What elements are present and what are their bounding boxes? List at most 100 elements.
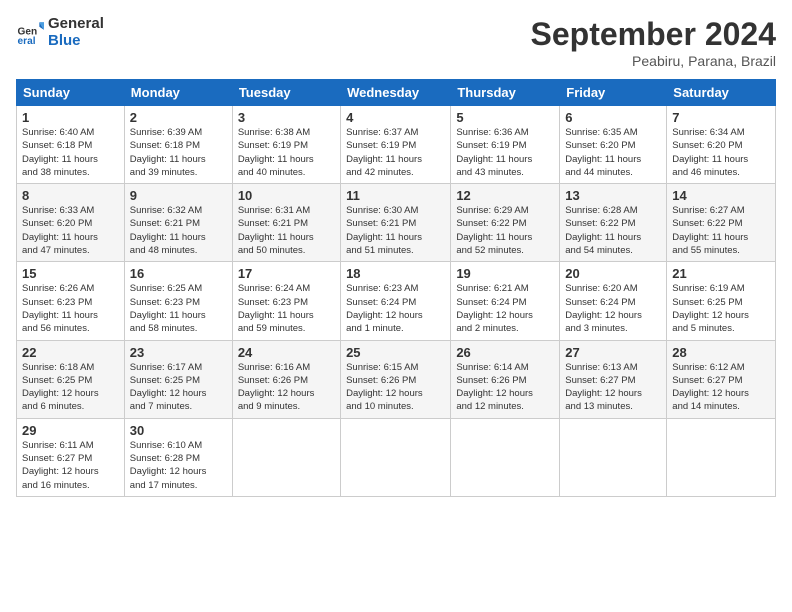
day-number: 16 [130,266,227,281]
calendar-cell: 21Sunrise: 6:19 AMSunset: 6:25 PMDayligh… [667,262,776,340]
day-number: 1 [22,110,119,125]
calendar-cell: 23Sunrise: 6:17 AMSunset: 6:25 PMDayligh… [124,340,232,418]
calendar-week-row: 8Sunrise: 6:33 AMSunset: 6:20 PMDaylight… [17,184,776,262]
day-number: 26 [456,345,554,360]
day-number: 30 [130,423,227,438]
day-number: 21 [672,266,770,281]
day-info: Sunrise: 6:37 AMSunset: 6:19 PMDaylight:… [346,126,445,179]
day-info: Sunrise: 6:27 AMSunset: 6:22 PMDaylight:… [672,204,770,257]
calendar-cell: 4Sunrise: 6:37 AMSunset: 6:19 PMDaylight… [341,106,451,184]
day-info: Sunrise: 6:36 AMSunset: 6:19 PMDaylight:… [456,126,554,179]
calendar-cell: 12Sunrise: 6:29 AMSunset: 6:22 PMDayligh… [451,184,560,262]
header-monday: Monday [124,80,232,106]
day-info: Sunrise: 6:34 AMSunset: 6:20 PMDaylight:… [672,126,770,179]
day-number: 28 [672,345,770,360]
logo-icon: Gen eral [16,19,44,47]
day-info: Sunrise: 6:19 AMSunset: 6:25 PMDaylight:… [672,282,770,335]
day-number: 17 [238,266,335,281]
calendar-cell: 24Sunrise: 6:16 AMSunset: 6:26 PMDayligh… [232,340,340,418]
calendar-cell: 9Sunrise: 6:32 AMSunset: 6:21 PMDaylight… [124,184,232,262]
day-info: Sunrise: 6:14 AMSunset: 6:26 PMDaylight:… [456,361,554,414]
calendar-cell: 18Sunrise: 6:23 AMSunset: 6:24 PMDayligh… [341,262,451,340]
day-info: Sunrise: 6:10 AMSunset: 6:28 PMDaylight:… [130,439,227,492]
day-number: 18 [346,266,445,281]
calendar-cell: 15Sunrise: 6:26 AMSunset: 6:23 PMDayligh… [17,262,125,340]
calendar-cell: 11Sunrise: 6:30 AMSunset: 6:21 PMDayligh… [341,184,451,262]
day-number: 3 [238,110,335,125]
calendar-cell: 1Sunrise: 6:40 AMSunset: 6:18 PMDaylight… [17,106,125,184]
day-number: 12 [456,188,554,203]
calendar: Sunday Monday Tuesday Wednesday Thursday… [16,79,776,497]
calendar-cell: 13Sunrise: 6:28 AMSunset: 6:22 PMDayligh… [560,184,667,262]
calendar-week-row: 1Sunrise: 6:40 AMSunset: 6:18 PMDaylight… [17,106,776,184]
calendar-week-row: 22Sunrise: 6:18 AMSunset: 6:25 PMDayligh… [17,340,776,418]
header-saturday: Saturday [667,80,776,106]
day-number: 13 [565,188,661,203]
weekday-header-row: Sunday Monday Tuesday Wednesday Thursday… [17,80,776,106]
calendar-week-row: 29Sunrise: 6:11 AMSunset: 6:27 PMDayligh… [17,418,776,496]
calendar-cell: 20Sunrise: 6:20 AMSunset: 6:24 PMDayligh… [560,262,667,340]
logo-line1: General [48,16,104,33]
day-info: Sunrise: 6:25 AMSunset: 6:23 PMDaylight:… [130,282,227,335]
header-sunday: Sunday [17,80,125,106]
day-number: 23 [130,345,227,360]
day-number: 11 [346,188,445,203]
day-number: 27 [565,345,661,360]
day-info: Sunrise: 6:28 AMSunset: 6:22 PMDaylight:… [565,204,661,257]
title-block: September 2024 Peabiru, Parana, Brazil [531,16,776,69]
header-friday: Friday [560,80,667,106]
calendar-cell [232,418,340,496]
calendar-cell [560,418,667,496]
day-info: Sunrise: 6:30 AMSunset: 6:21 PMDaylight:… [346,204,445,257]
calendar-cell: 2Sunrise: 6:39 AMSunset: 6:18 PMDaylight… [124,106,232,184]
calendar-cell: 5Sunrise: 6:36 AMSunset: 6:19 PMDaylight… [451,106,560,184]
logo: Gen eral General Blue [16,16,104,49]
calendar-cell: 6Sunrise: 6:35 AMSunset: 6:20 PMDaylight… [560,106,667,184]
day-info: Sunrise: 6:17 AMSunset: 6:25 PMDaylight:… [130,361,227,414]
day-info: Sunrise: 6:20 AMSunset: 6:24 PMDaylight:… [565,282,661,335]
day-info: Sunrise: 6:26 AMSunset: 6:23 PMDaylight:… [22,282,119,335]
day-info: Sunrise: 6:18 AMSunset: 6:25 PMDaylight:… [22,361,119,414]
day-number: 8 [22,188,119,203]
day-info: Sunrise: 6:33 AMSunset: 6:20 PMDaylight:… [22,204,119,257]
calendar-cell: 28Sunrise: 6:12 AMSunset: 6:27 PMDayligh… [667,340,776,418]
calendar-cell: 26Sunrise: 6:14 AMSunset: 6:26 PMDayligh… [451,340,560,418]
day-number: 6 [565,110,661,125]
day-info: Sunrise: 6:21 AMSunset: 6:24 PMDaylight:… [456,282,554,335]
calendar-cell [667,418,776,496]
day-number: 5 [456,110,554,125]
day-number: 25 [346,345,445,360]
day-info: Sunrise: 6:39 AMSunset: 6:18 PMDaylight:… [130,126,227,179]
day-info: Sunrise: 6:29 AMSunset: 6:22 PMDaylight:… [456,204,554,257]
day-info: Sunrise: 6:12 AMSunset: 6:27 PMDaylight:… [672,361,770,414]
day-info: Sunrise: 6:23 AMSunset: 6:24 PMDaylight:… [346,282,445,335]
day-info: Sunrise: 6:40 AMSunset: 6:18 PMDaylight:… [22,126,119,179]
day-info: Sunrise: 6:35 AMSunset: 6:20 PMDaylight:… [565,126,661,179]
day-number: 9 [130,188,227,203]
header-thursday: Thursday [451,80,560,106]
calendar-cell [451,418,560,496]
calendar-week-row: 15Sunrise: 6:26 AMSunset: 6:23 PMDayligh… [17,262,776,340]
calendar-cell: 14Sunrise: 6:27 AMSunset: 6:22 PMDayligh… [667,184,776,262]
calendar-cell: 25Sunrise: 6:15 AMSunset: 6:26 PMDayligh… [341,340,451,418]
calendar-cell [341,418,451,496]
location-subtitle: Peabiru, Parana, Brazil [531,53,776,69]
calendar-cell: 7Sunrise: 6:34 AMSunset: 6:20 PMDaylight… [667,106,776,184]
day-number: 10 [238,188,335,203]
calendar-cell: 8Sunrise: 6:33 AMSunset: 6:20 PMDaylight… [17,184,125,262]
day-info: Sunrise: 6:32 AMSunset: 6:21 PMDaylight:… [130,204,227,257]
day-number: 4 [346,110,445,125]
day-number: 22 [22,345,119,360]
header-wednesday: Wednesday [341,80,451,106]
day-info: Sunrise: 6:11 AMSunset: 6:27 PMDaylight:… [22,439,119,492]
day-number: 15 [22,266,119,281]
day-info: Sunrise: 6:16 AMSunset: 6:26 PMDaylight:… [238,361,335,414]
day-info: Sunrise: 6:31 AMSunset: 6:21 PMDaylight:… [238,204,335,257]
calendar-cell: 22Sunrise: 6:18 AMSunset: 6:25 PMDayligh… [17,340,125,418]
calendar-cell: 29Sunrise: 6:11 AMSunset: 6:27 PMDayligh… [17,418,125,496]
calendar-cell: 19Sunrise: 6:21 AMSunset: 6:24 PMDayligh… [451,262,560,340]
header-tuesday: Tuesday [232,80,340,106]
calendar-cell: 3Sunrise: 6:38 AMSunset: 6:19 PMDaylight… [232,106,340,184]
logo-line2: Blue [48,33,104,50]
day-number: 24 [238,345,335,360]
